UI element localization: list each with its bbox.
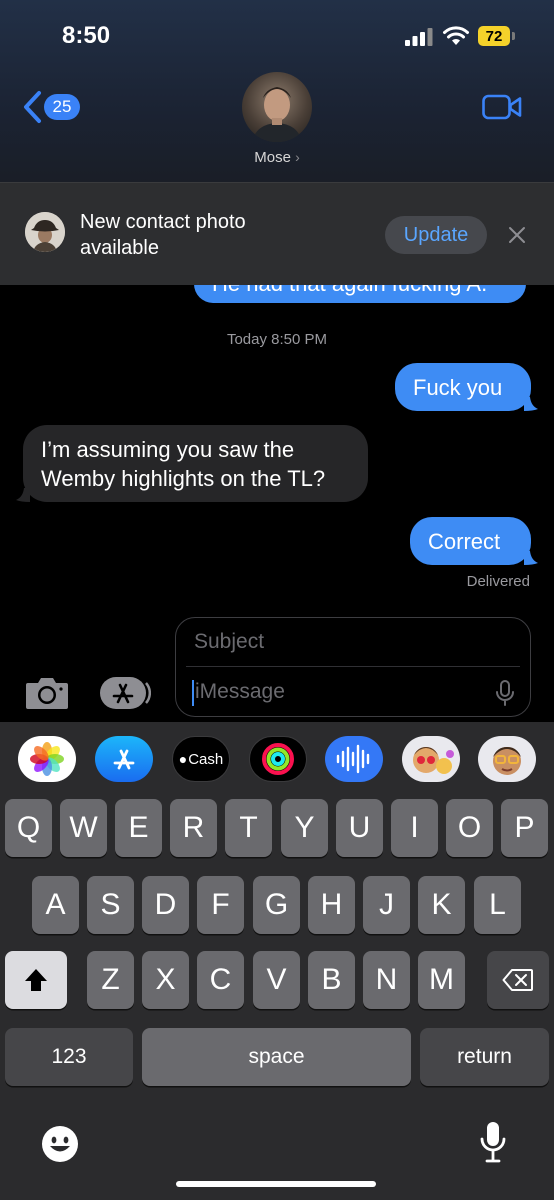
home-indicator[interactable] — [176, 1181, 376, 1187]
backspace-icon — [502, 969, 533, 991]
message-timestamp: Today 8:50 PM — [226, 331, 328, 348]
photos-flower-icon — [30, 742, 64, 776]
memoji-stickers-icon[interactable] — [402, 736, 460, 782]
key-s[interactable]: S — [87, 876, 134, 934]
imessage-input[interactable]: iMessage — [195, 680, 285, 704]
key-j[interactable]: J — [363, 876, 410, 934]
key-t[interactable]: T — [225, 799, 272, 857]
shift-arrow-icon — [25, 969, 47, 991]
cowboy-avatar-icon — [25, 212, 65, 252]
wifi-icon — [443, 26, 469, 45]
apple-cash-icon[interactable]: ● Cash — [172, 736, 230, 782]
key-r[interactable]: R — [170, 799, 217, 857]
activity-rings-icon — [262, 743, 294, 775]
apple-logo-icon: ● — [178, 751, 188, 767]
message-text: Correct — [428, 528, 501, 554]
memoji-face-icon — [493, 747, 521, 775]
message-bubble-outgoing[interactable]: Fuck you — [395, 363, 531, 411]
key-a[interactable]: A — [32, 876, 79, 934]
subject-input[interactable]: Subject — [194, 630, 264, 654]
text-caret — [192, 680, 194, 706]
numbers-key[interactable]: 123 — [5, 1028, 133, 1086]
contact-name-button[interactable]: Mose › — [0, 149, 554, 166]
key-k[interactable]: K — [418, 876, 465, 934]
chevron-right-icon: › — [295, 149, 300, 165]
key-w[interactable]: W — [60, 799, 107, 857]
cellular-signal-icon — [405, 28, 433, 46]
facetime-video-icon[interactable] — [482, 94, 522, 120]
bubble-tail — [524, 397, 538, 411]
conversation-header: 8:50 72 25 Mose › — [0, 0, 554, 182]
activity-icon[interactable] — [249, 736, 307, 782]
bubble-tail — [524, 551, 538, 565]
key-y[interactable]: Y — [281, 799, 328, 857]
app-store-icon[interactable] — [95, 736, 153, 782]
key-m[interactable]: M — [418, 951, 465, 1009]
message-text: I’m assuming you saw the Wemby highlight… — [41, 436, 326, 491]
key-b[interactable]: B — [308, 951, 355, 1009]
compose-divider — [186, 666, 520, 667]
audio-message-icon[interactable] — [325, 736, 383, 782]
back-chevron-icon[interactable] — [22, 90, 44, 124]
key-i[interactable]: I — [391, 799, 438, 857]
app-store-a-icon — [113, 749, 135, 770]
key-v[interactable]: V — [253, 951, 300, 1009]
battery-indicator: 72 — [478, 26, 515, 46]
return-key[interactable]: return — [420, 1028, 549, 1086]
contact-photo-icon — [252, 87, 302, 142]
cash-label: Cash — [188, 750, 224, 768]
banner-avatar — [25, 212, 65, 252]
app-store-apps-icon[interactable] — [99, 675, 151, 711]
key-l[interactable]: L — [474, 876, 521, 934]
message-text: Fuck you — [413, 374, 503, 400]
key-d[interactable]: D — [142, 876, 189, 934]
update-photo-button[interactable]: Update — [385, 216, 487, 254]
key-x[interactable]: X — [142, 951, 189, 1009]
contact-photo-banner: New contact photo available Update — [0, 182, 554, 285]
contact-name: Mose — [254, 149, 291, 166]
key-p[interactable]: P — [501, 799, 548, 857]
dictation-icon[interactable] — [478, 1120, 508, 1164]
close-icon[interactable] — [507, 225, 527, 245]
memoji-icon[interactable] — [478, 736, 536, 782]
memoji-faces-icon — [413, 747, 454, 774]
bubble-tail — [16, 488, 30, 502]
contact-avatar[interactable] — [242, 72, 312, 142]
message-bubble-incoming[interactable]: I’m assuming you saw the Wemby highlight… — [23, 425, 368, 502]
message-bubble-outgoing[interactable]: Correct — [410, 517, 531, 565]
key-q[interactable]: Q — [5, 799, 52, 857]
key-f[interactable]: F — [197, 876, 244, 934]
key-c[interactable]: C — [197, 951, 244, 1009]
status-time: 8:50 — [62, 22, 111, 49]
space-key[interactable]: space — [142, 1028, 411, 1086]
delivery-status: Delivered — [466, 573, 530, 590]
delete-key[interactable] — [487, 951, 549, 1009]
key-g[interactable]: G — [253, 876, 300, 934]
key-e[interactable]: E — [115, 799, 162, 857]
unread-count-badge[interactable]: 25 — [44, 94, 80, 120]
key-h[interactable]: H — [308, 876, 355, 934]
message-compose-field[interactable]: Subject iMessage — [175, 617, 531, 717]
dictation-mic-icon[interactable] — [494, 679, 516, 707]
waveform-icon — [336, 744, 370, 774]
key-n[interactable]: N — [363, 951, 410, 1009]
key-z[interactable]: Z — [87, 951, 134, 1009]
key-o[interactable]: O — [446, 799, 493, 857]
photos-icon[interactable] — [18, 736, 76, 782]
camera-icon[interactable] — [24, 675, 70, 711]
banner-message: New contact photo available — [80, 211, 246, 259]
emoji-icon[interactable] — [41, 1125, 79, 1163]
key-u[interactable]: U — [336, 799, 383, 857]
shift-key[interactable] — [5, 951, 67, 1009]
